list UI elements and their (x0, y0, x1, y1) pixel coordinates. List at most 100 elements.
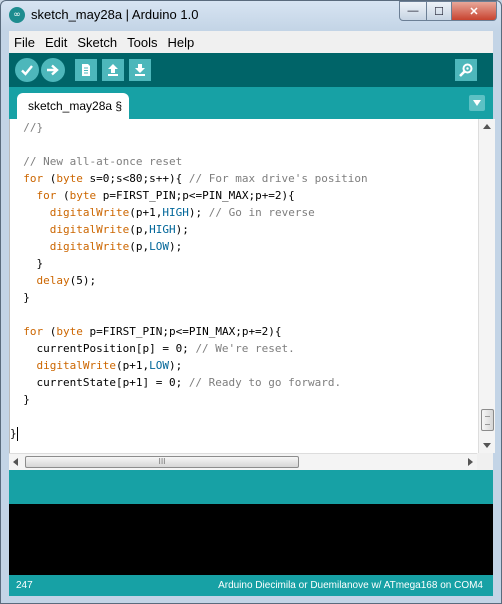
code-token: currentState[p+1] = 0; (10, 376, 189, 389)
code-token: } (10, 257, 44, 270)
code-token: ); (168, 240, 183, 253)
code-line[interactable]: digitalWrite(p,LOW); (10, 238, 182, 255)
code-line[interactable]: currentPosition[p] = 0; // We're reset. (10, 340, 295, 357)
scroll-up-arrow-icon[interactable] (483, 124, 491, 129)
code-token: LOW (149, 359, 169, 372)
code-token: (5); (69, 274, 97, 287)
open-icon (108, 64, 118, 76)
status-bar: 247 Arduino Diecimila or Duemilanove w/ … (9, 575, 493, 596)
code-token: ); (168, 359, 183, 372)
code-line[interactable]: } (10, 425, 18, 442)
code-token: ( (56, 189, 70, 202)
code-token: // For max drive's position (188, 172, 368, 185)
code-line[interactable]: for (byte p=FIRST_PIN;p<=PIN_MAX;p+=2){ (10, 323, 282, 340)
verify-icon (21, 65, 33, 76)
save-button[interactable] (129, 59, 151, 81)
window-title: sketch_may28a | Arduino 1.0 (31, 7, 199, 22)
horizontal-scroll-thumb[interactable]: III (25, 456, 299, 468)
horizontal-scrollbar[interactable]: III (9, 453, 477, 470)
title-bar[interactable]: ∞ sketch_may28a | Arduino 1.0 — ☐ ✕ (1, 1, 501, 29)
code-line[interactable]: digitalWrite(p,HIGH); (10, 221, 189, 238)
window-controls: — ☐ ✕ (399, 1, 497, 21)
code-token: currentPosition[p] = 0; (10, 342, 196, 355)
serial-monitor-button[interactable] (455, 59, 477, 81)
upload-button[interactable] (41, 58, 65, 82)
maximize-button[interactable]: ☐ (427, 1, 452, 21)
vertical-scroll-thumb[interactable] (481, 409, 494, 431)
code-editor[interactable]: //} // New all-at-once reset for (byte s… (9, 119, 495, 453)
code-line[interactable]: currentState[p+1] = 0; // Ready to go fo… (10, 374, 341, 391)
code-token: //} (10, 121, 44, 134)
code-token: // We're reset. (195, 342, 295, 355)
menu-tools[interactable]: Tools (122, 35, 162, 50)
console-output[interactable] (9, 504, 493, 575)
code-token: digitalWrite (49, 223, 130, 236)
code-token: for (23, 172, 44, 185)
new-button[interactable] (75, 59, 97, 81)
code-token: digitalWrite (36, 359, 116, 372)
code-token: } (10, 427, 17, 440)
code-token: // Go in reverse (208, 206, 315, 219)
open-button[interactable] (102, 59, 124, 81)
code-line[interactable]: for (byte s=0;s<80;s++){ // For max driv… (10, 170, 368, 187)
code-token: digitalWrite (49, 240, 130, 253)
code-token: ( (43, 325, 57, 338)
message-area (9, 470, 493, 504)
menu-bar: File Edit Sketch Tools Help (9, 31, 493, 53)
code-token: byte (69, 189, 97, 202)
close-button[interactable]: ✕ (452, 1, 497, 21)
code-line[interactable]: } (10, 255, 43, 272)
new-icon (82, 64, 90, 76)
toolbar (9, 53, 493, 87)
code-token: HIGH (162, 206, 189, 219)
serial-monitor-icon (459, 63, 473, 77)
code-token: for (36, 189, 57, 202)
code-token: digitalWrite (49, 206, 130, 219)
code-token: ( (43, 172, 57, 185)
code-token: HIGH (149, 223, 176, 236)
menu-edit[interactable]: Edit (40, 35, 72, 50)
code-token: for (23, 325, 44, 338)
upload-icon (47, 64, 59, 76)
code-token: byte (56, 325, 83, 338)
scroll-left-arrow-icon[interactable] (13, 458, 18, 466)
vertical-scrollbar[interactable] (478, 119, 495, 453)
code-line[interactable]: // New all-at-once reset (10, 153, 182, 170)
minimize-button[interactable]: — (399, 1, 427, 21)
code-line[interactable]: delay(5); (10, 272, 97, 289)
code-token: ); (175, 223, 189, 236)
code-line[interactable]: for (byte p=FIRST_PIN;p<=PIN_MAX;p+=2){ (10, 187, 295, 204)
code-line[interactable]: //} (10, 119, 43, 136)
menu-sketch[interactable]: Sketch (72, 35, 122, 50)
code-token: // New all-at-once reset (10, 155, 183, 168)
arduino-window: ∞ sketch_may28a | Arduino 1.0 — ☐ ✕ File… (0, 0, 502, 604)
scroll-down-arrow-icon[interactable] (483, 443, 491, 448)
code-line[interactable]: digitalWrite(p+1,LOW); (10, 357, 183, 374)
tab-sketch[interactable]: sketch_may28a § (17, 93, 129, 119)
code-line[interactable]: } (10, 391, 30, 408)
tab-menu-chevron-down-icon[interactable] (469, 95, 485, 111)
code-token: s=0;s<80;s++){ (82, 172, 189, 185)
scroll-right-arrow-icon[interactable] (468, 458, 473, 466)
code-token: } (10, 393, 30, 406)
code-token: ); (188, 206, 209, 219)
code-area[interactable]: //} // New all-at-once reset for (byte s… (10, 119, 476, 453)
line-number: 247 (16, 580, 33, 591)
code-token: byte (56, 172, 83, 185)
menu-file[interactable]: File (9, 35, 40, 50)
code-line[interactable]: } (10, 289, 30, 306)
code-token: LOW (149, 240, 169, 253)
code-token: delay (36, 274, 70, 287)
text-caret (16, 427, 18, 441)
code-line[interactable]: digitalWrite(p+1,HIGH); // Go in reverse (10, 204, 315, 221)
code-token: (p+1, (115, 359, 150, 372)
menu-help[interactable]: Help (162, 35, 199, 50)
code-token: p=FIRST_PIN;p<=PIN_MAX;p+=2){ (96, 189, 295, 202)
verify-button[interactable] (15, 58, 39, 82)
code-token: p=FIRST_PIN;p<=PIN_MAX;p+=2){ (82, 325, 282, 338)
code-token: (p, (129, 240, 150, 253)
